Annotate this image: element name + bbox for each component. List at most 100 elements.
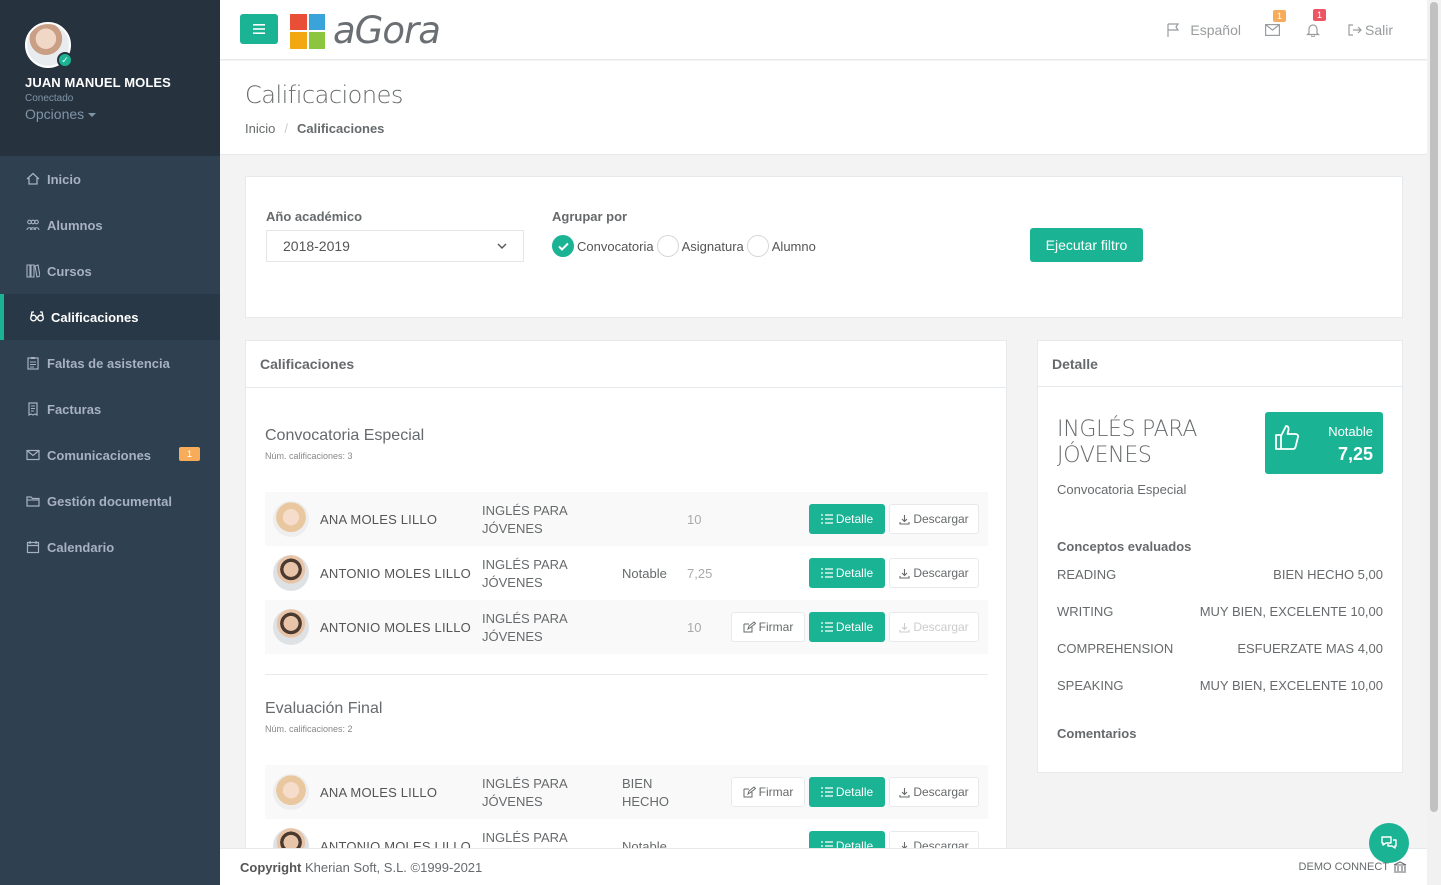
- sign-button[interactable]: Firmar: [731, 777, 805, 807]
- table-row: ANA MOLES LILLO INGLÉS PARA JÓVENES BIEN …: [265, 765, 988, 819]
- run-filter-button[interactable]: Ejecutar filtro: [1030, 228, 1143, 262]
- group-count: Núm. calificaciones: 2: [265, 724, 353, 734]
- score-value: 7,25: [1337, 444, 1373, 464]
- edit-icon: [743, 786, 756, 798]
- envelope-icon: [25, 448, 41, 462]
- sidebar-item-label: Faltas de asistencia: [47, 355, 170, 371]
- group-title: Convocatoria Especial: [265, 427, 425, 444]
- thumbs-up-icon: [1275, 425, 1300, 450]
- detail-button[interactable]: Detalle: [809, 504, 885, 534]
- sidebar-item-calificaciones[interactable]: Calificaciones: [0, 294, 220, 340]
- app-logo[interactable]: aGora: [290, 9, 441, 52]
- score-qualification: Notable: [1328, 424, 1373, 439]
- sidebar-item-label: Gestión documental: [47, 493, 172, 509]
- sidebar-item-alumnos[interactable]: Alumnos: [0, 202, 220, 248]
- logo-text: aGora: [333, 9, 441, 52]
- breadcrumb-separator: /: [284, 121, 288, 136]
- home-icon: [25, 172, 41, 186]
- comments-title: Comentarios: [1057, 726, 1137, 741]
- sidebar-item-cursos[interactable]: Cursos: [0, 248, 220, 294]
- avatar[interactable]: ✓: [25, 22, 73, 68]
- filter-box: Año académico 2018-2019 Agrupar por Conv…: [245, 176, 1403, 318]
- detail-convocatoria: Convocatoria Especial: [1057, 482, 1187, 497]
- concepts-title: Conceptos evaluados: [1057, 539, 1192, 554]
- logo-squares-icon: [290, 13, 325, 49]
- download-icon: [899, 787, 910, 798]
- list-icon: [820, 622, 833, 632]
- score-widget: Notable 7,25: [1265, 412, 1383, 474]
- detail-button[interactable]: Detalle: [809, 777, 885, 807]
- sign-out-icon: [1348, 24, 1362, 36]
- grades-groups: Convocatoria Especial Núm. calificaciones…: [246, 341, 1006, 859]
- concept-row: WRITING MUY BIEN, EXCELENTE 10,00: [1057, 604, 1383, 619]
- logout-button[interactable]: Salir: [1348, 22, 1393, 38]
- menu-toggle-button[interactable]: [240, 14, 278, 44]
- copyright: Copyright Kherian Soft, S.L. ©1999-2021: [240, 859, 483, 875]
- notifications-button[interactable]: 1: [1306, 9, 1326, 37]
- subject-name: INGLÉS PARA JÓVENES: [482, 503, 568, 536]
- radio-button[interactable]: [552, 235, 574, 257]
- download-button[interactable]: Descargar: [889, 777, 979, 807]
- sidebar-item-faltas-de-asistencia[interactable]: Faltas de asistencia: [0, 340, 220, 386]
- detail-panel: Detalle INGLÉS PARA JÓVENES Convocatoria…: [1037, 340, 1403, 773]
- scrollbar-thumb[interactable]: [1430, 2, 1438, 812]
- table-row: ANA MOLES LILLO INGLÉS PARA JÓVENES 10 Det…: [265, 492, 988, 546]
- chat-button[interactable]: [1369, 823, 1409, 863]
- grade-value: 7,25: [687, 566, 713, 581]
- sidebar-item-inicio[interactable]: Inicio: [0, 156, 220, 202]
- list-icon: [820, 787, 833, 797]
- top-navbar: aGora Español 1 1 Salir: [220, 0, 1427, 60]
- chat-bubbles-icon: [1381, 836, 1397, 849]
- download-button[interactable]: Descargar: [889, 504, 979, 534]
- year-select[interactable]: 2018-2019: [266, 230, 524, 262]
- student-name: ANA MOLES LILLO: [320, 785, 438, 800]
- grades-panel: Calificaciones Convocatoria Especial Núm.…: [245, 340, 1007, 860]
- footer: Copyright Kherian Soft, S.L. ©1999-2021 …: [220, 848, 1427, 885]
- books-icon: [25, 264, 41, 278]
- radio-asignatura[interactable]: Asignatura: [656, 235, 744, 257]
- concept-value: MUY BIEN, EXCELENTE 10,00: [1199, 678, 1383, 693]
- detail-button[interactable]: Detalle: [809, 558, 885, 588]
- sidebar-item-label: Facturas: [47, 401, 102, 417]
- radio-button[interactable]: [746, 235, 769, 257]
- breadcrumb: Inicio / Calificaciones: [245, 121, 1402, 136]
- envelope-icon: [1264, 24, 1280, 36]
- glasses-icon: [29, 310, 45, 324]
- check-icon: [557, 242, 569, 251]
- radio-convocatoria[interactable]: Convocatoria: [552, 235, 654, 257]
- sign-button[interactable]: Firmar: [731, 612, 805, 642]
- messages-button[interactable]: 1: [1264, 10, 1286, 36]
- user-options-dropdown[interactable]: Opciones: [25, 106, 195, 122]
- detail-button[interactable]: Detalle: [809, 612, 885, 642]
- download-button[interactable]: Descargar: [889, 558, 979, 588]
- top-actions: Español 1 1 Salir: [1144, 0, 1393, 60]
- concept-row: SPEAKING MUY BIEN, EXCELENTE 10,00: [1057, 678, 1383, 693]
- avatar: [273, 555, 309, 591]
- group-title: Evaluación Final: [265, 700, 383, 717]
- sidebar-item-comunicaciones[interactable]: Comunicaciones 1: [0, 432, 220, 478]
- grade-value: 10: [687, 620, 702, 635]
- student-name: ANTONIO MOLES LILLO: [320, 566, 471, 581]
- breadcrumb-home-link[interactable]: Inicio: [245, 121, 275, 136]
- grade-value: 10: [687, 512, 702, 527]
- page-scrollbar[interactable]: [1427, 0, 1441, 885]
- clipboard-icon: [25, 356, 41, 370]
- subject-name: INGLÉS PARA JÓVENES: [482, 611, 568, 644]
- sidebar-item-gestión-documental[interactable]: Gestión documental: [0, 478, 220, 524]
- sidebar-item-label: Comunicaciones: [47, 447, 152, 463]
- group-by-radios: Convocatoria Asignatura Alumno: [552, 235, 819, 257]
- detail-subject: INGLÉS PARA JÓVENES: [1057, 417, 1198, 468]
- radio-alumno[interactable]: Alumno: [746, 235, 816, 257]
- avatar: [273, 774, 309, 810]
- notifications-badge: 1: [1312, 9, 1326, 21]
- concept-row: READING BIEN HECHO 5,00: [1057, 567, 1383, 582]
- language-selector[interactable]: Español: [1166, 22, 1241, 38]
- flag-icon: [1167, 23, 1180, 37]
- radio-button[interactable]: [656, 235, 679, 257]
- avatar: [273, 501, 309, 537]
- calendar-icon: [25, 540, 41, 554]
- download-icon: [899, 568, 910, 579]
- sidebar-item-calendario[interactable]: Calendario: [0, 524, 220, 570]
- sidebar-item-facturas[interactable]: Facturas: [0, 386, 220, 432]
- detail-panel-title: Detalle: [1038, 341, 1402, 387]
